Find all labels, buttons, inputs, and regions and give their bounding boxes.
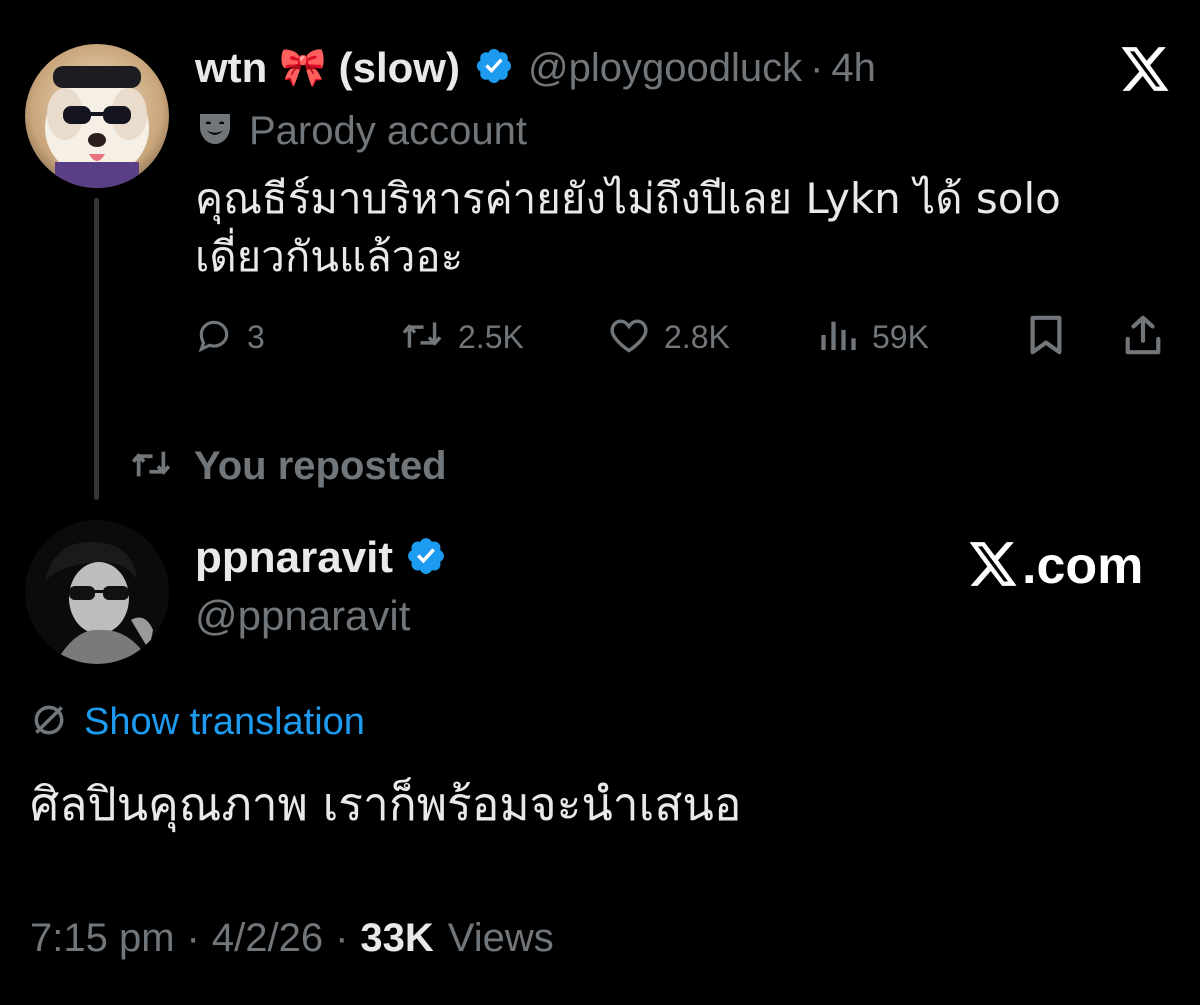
quoted-timestamp[interactable]: 4h	[831, 46, 876, 91]
views-count: 59K	[872, 318, 929, 355]
views-button[interactable]: 59K	[818, 312, 929, 362]
main-post-name-row: ppnaravit	[195, 530, 447, 586]
post-meta: 7:15 pm · 4/2/26 · 33K Views	[30, 910, 554, 966]
watermark-domain: .com	[1022, 537, 1144, 595]
avatar-ploygoodluck[interactable]	[25, 44, 169, 188]
repost-context: You reposted	[128, 438, 447, 494]
parody-label-text: Parody account	[249, 108, 527, 153]
bow-emoji: 🎀	[279, 47, 327, 89]
separator-dot: ·	[810, 45, 824, 90]
repost-icon	[400, 316, 444, 359]
translate-row: Show translation	[30, 696, 365, 748]
heart-icon	[608, 316, 650, 359]
show-translation-link[interactable]: Show translation	[84, 701, 365, 744]
main-display-name[interactable]: ppnaravit	[195, 533, 393, 583]
share-icon	[1122, 314, 1164, 361]
reply-icon	[195, 316, 233, 359]
repost-count: 2.5K	[458, 318, 524, 355]
separator-dot: ·	[335, 915, 349, 960]
bookmark-icon	[1026, 314, 1066, 361]
quoted-post-text: คุณธีร์มาบริหารค่ายยังไม่ถึงปีเลย Lykn ไ…	[195, 174, 1061, 281]
quoted-display-name[interactable]: wtn	[195, 44, 267, 92]
main-handle[interactable]: @ppnaravit	[195, 592, 410, 640]
post-date[interactable]: 4/2/26	[212, 916, 323, 961]
repost-icon	[128, 447, 174, 486]
post-views-count[interactable]: 33K	[360, 916, 433, 961]
like-count: 2.8K	[664, 318, 730, 355]
x-logo-icon	[966, 540, 1020, 593]
avatar-ppnaravit[interactable]	[25, 520, 169, 664]
bookmark-button[interactable]	[1026, 312, 1066, 362]
share-button[interactable]	[1122, 312, 1164, 362]
post-time[interactable]: 7:15 pm	[30, 916, 175, 961]
repost-button[interactable]: 2.5K	[400, 312, 524, 362]
globe-icon	[30, 701, 68, 744]
quoted-post-header: wtn 🎀 (slow) @ploygoodluck · 4h	[195, 40, 876, 96]
separator-dot: ·	[186, 915, 200, 960]
post-views-label: Views	[447, 915, 554, 960]
theater-mask-icon	[195, 109, 235, 154]
quoted-display-name-suffix[interactable]: (slow)	[339, 44, 460, 92]
x-com-watermark: .com	[966, 534, 1143, 598]
reply-count: 3	[247, 318, 265, 355]
main-post-text: ศิลปินคุณภาพ เราก็พร้อมจะนำเสนอ	[30, 777, 742, 831]
like-button[interactable]: 2.8K	[608, 312, 730, 362]
verified-badge-icon	[474, 46, 514, 91]
repost-label: You reposted	[194, 443, 447, 488]
reply-button[interactable]: 3	[195, 312, 265, 362]
views-icon	[818, 316, 858, 359]
x-logo-icon	[1118, 45, 1172, 93]
verified-badge-icon	[405, 535, 447, 582]
parody-account-label: Parody account	[195, 106, 527, 156]
quoted-handle[interactable]: @ploygoodluck	[528, 46, 802, 91]
thread-connector-line	[94, 198, 99, 500]
